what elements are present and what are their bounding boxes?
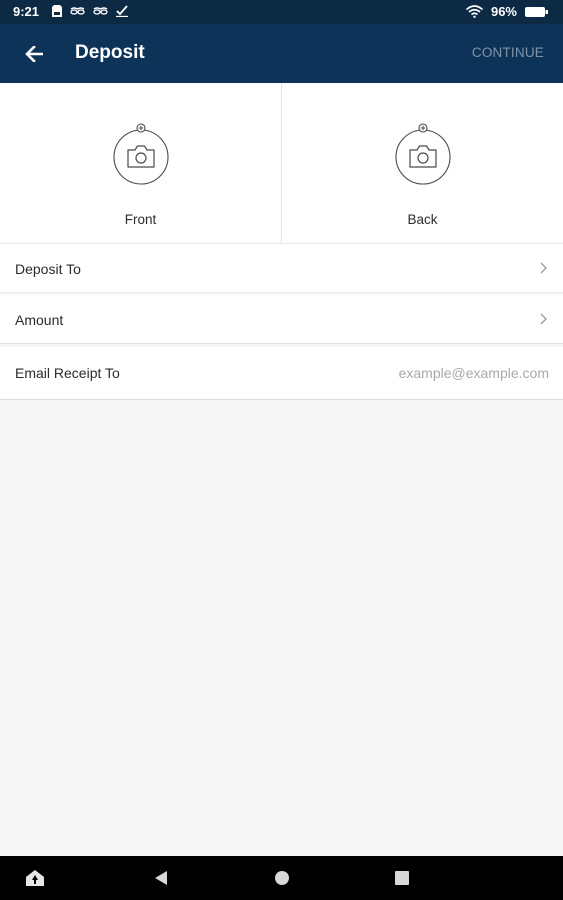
glasses-icon bbox=[70, 7, 85, 15]
check-icon bbox=[116, 5, 128, 17]
back-triangle-icon bbox=[155, 871, 167, 885]
amount-label: Amount bbox=[15, 312, 64, 328]
glasses-icon bbox=[93, 7, 108, 15]
chevron-right-icon bbox=[540, 313, 547, 325]
email-receipt-row: Email Receipt To bbox=[0, 347, 563, 400]
wifi-icon bbox=[465, 5, 483, 18]
deposit-to-label: Deposit To bbox=[15, 261, 81, 277]
arrow-back-icon bbox=[25, 46, 43, 62]
app-bar: Deposit CONTINUE bbox=[0, 24, 563, 83]
camera-icon bbox=[112, 123, 169, 185]
capture-front-label: Front bbox=[124, 212, 157, 227]
check-capture-row: Front Back bbox=[0, 83, 563, 244]
notification-icons bbox=[52, 5, 128, 17]
camera-icon bbox=[394, 123, 451, 185]
continue-button[interactable]: CONTINUE bbox=[472, 45, 544, 60]
deposit-to-row[interactable]: Deposit To bbox=[0, 244, 563, 293]
nav-home-button[interactable] bbox=[270, 867, 294, 889]
page-title: Deposit bbox=[75, 42, 145, 63]
email-receipt-label: Email Receipt To bbox=[15, 365, 120, 381]
status-time: 9:21 bbox=[13, 4, 40, 19]
capture-back-label: Back bbox=[407, 212, 438, 227]
chevron-right-icon bbox=[540, 262, 547, 274]
nav-recents-button[interactable] bbox=[390, 867, 414, 889]
system-icons: 96% bbox=[465, 4, 549, 19]
system-nav-bar bbox=[0, 856, 563, 900]
recents-square-icon bbox=[395, 871, 409, 885]
nav-back-button[interactable] bbox=[149, 867, 173, 889]
capture-back-button[interactable]: Back bbox=[282, 83, 563, 243]
sd-card-icon bbox=[52, 5, 62, 17]
status-bar: 9:21 96% bbox=[0, 0, 563, 24]
email-input[interactable] bbox=[289, 359, 549, 387]
battery-percent: 96% bbox=[490, 4, 517, 19]
capture-front-button[interactable]: Front bbox=[0, 83, 282, 243]
home-shortcut-button[interactable] bbox=[23, 867, 47, 889]
home-circle-icon bbox=[275, 871, 289, 885]
back-button[interactable] bbox=[18, 38, 50, 70]
amount-row[interactable]: Amount bbox=[0, 295, 563, 344]
home-icon bbox=[26, 870, 44, 886]
battery-icon bbox=[525, 6, 548, 17]
